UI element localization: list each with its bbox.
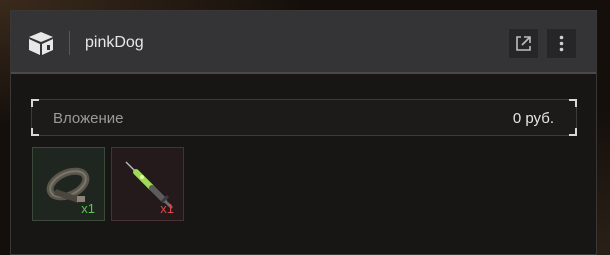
panel-header: pinkDog [11, 11, 596, 74]
external-link-icon [516, 36, 531, 51]
item-slot-belt[interactable]: x1 [32, 147, 105, 221]
syringe-icon [125, 161, 174, 210]
item-quantity: x1 [160, 201, 174, 216]
more-vertical-icon [559, 35, 564, 52]
open-external-button[interactable] [509, 29, 538, 58]
box-icon [27, 30, 55, 56]
header-divider [69, 31, 70, 55]
item-quantity: x1 [81, 201, 95, 216]
corner-bracket [569, 99, 577, 107]
corner-bracket [569, 128, 577, 136]
belt-icon [46, 167, 90, 203]
investment-value: 0 руб. [512, 110, 554, 127]
more-options-button[interactable] [547, 29, 576, 58]
item-slot-syringe[interactable]: x1 [111, 147, 184, 221]
corner-bracket [31, 99, 39, 107]
investment-field: Вложение 0 руб. [31, 99, 577, 136]
container-panel: pinkDog Вложение 0 руб. x1 x1 [10, 10, 597, 255]
panel-title: pinkDog [85, 34, 144, 51]
investment-label: Вложение [53, 110, 124, 127]
corner-bracket [31, 128, 39, 136]
